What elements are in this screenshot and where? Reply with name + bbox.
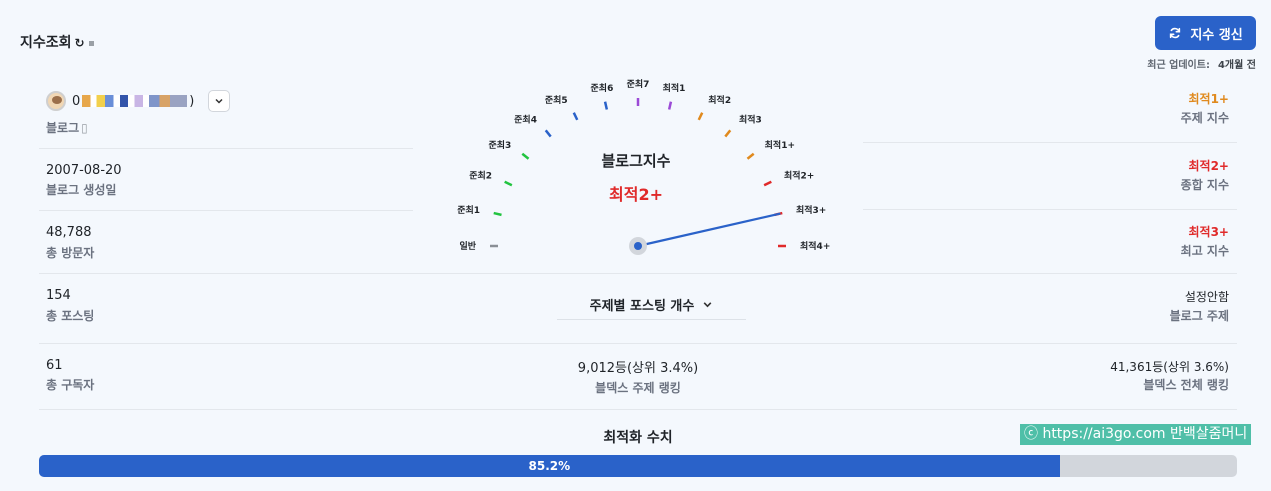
blog-subtitle: 블로그 ▯	[46, 119, 88, 136]
last-update: 최근 업데이트: 4개월 전	[1147, 56, 1256, 71]
gauge-tick	[603, 101, 609, 110]
created-date-label: 블로그 생성일	[46, 183, 117, 197]
optimization-percent-label: 85.2%	[528, 459, 571, 473]
topic-index-value: 최적1+	[1188, 92, 1230, 106]
topic-index-label: 주제 지수	[1180, 111, 1229, 125]
refresh-index-button[interactable]: 지수 갱신	[1155, 16, 1256, 50]
divider	[39, 210, 413, 211]
gauge-tick-label: 최적2	[708, 94, 731, 106]
blog-name-prefix: 0	[72, 93, 81, 109]
created-date-value: 2007-08-20	[46, 163, 122, 178]
divider	[39, 343, 1237, 344]
optimization-title: 최적화 수치	[603, 430, 673, 446]
gauge-value: 최적2+	[609, 185, 663, 204]
avatar	[46, 91, 66, 111]
topic-post-count-dropdown[interactable]: 주제별 포스팅 개수	[557, 290, 746, 320]
highest-index-value: 최적3+	[1188, 225, 1230, 239]
title-suffix-mark	[88, 40, 94, 46]
gauge-tick-label: 최적2+	[784, 170, 814, 182]
total-subscribers-value: 61	[46, 358, 63, 373]
total-visitors-label: 총 방문자	[46, 246, 95, 260]
gauge-tick-label: 준최6	[591, 82, 614, 94]
last-update-value: 4개월 전	[1217, 60, 1256, 71]
title-refresh-glyph: ↻	[74, 36, 85, 50]
gauge-tick-label: 최적1+	[765, 139, 795, 151]
topic-rank-value: 9,012등(상위 3.4%)	[577, 361, 699, 376]
gauge-tick-label: 최적1	[663, 82, 686, 94]
blog-subtitle-text: 블로그	[46, 121, 80, 135]
gauge-tick	[763, 180, 772, 187]
page-title-text: 지수조회	[20, 35, 72, 51]
divider	[863, 209, 1237, 210]
highest-index-label: 최고 지수	[1180, 244, 1229, 258]
blog-topic-label: 블로그 주제	[1169, 309, 1229, 323]
gauge-tick-label: 최적3	[739, 113, 762, 125]
optimization-progress-fill: 85.2%	[39, 455, 1060, 477]
gauge-tick	[572, 112, 579, 121]
gauge-tick	[544, 129, 552, 138]
gauge-title: 블로그지수	[601, 152, 671, 170]
gauge-tick-label: 최적4+	[800, 240, 830, 252]
overall-rank-label: 블덱스 전체 랭킹	[1143, 378, 1229, 392]
blog-profile: 0 )	[46, 90, 231, 112]
overall-index-label: 종합 지수	[1180, 178, 1229, 192]
gauge-tick-label: 최적3+	[796, 204, 826, 216]
page-title: 지수조회 ↻	[20, 32, 94, 52]
gauge-tick-label: 준최3	[489, 139, 512, 151]
gauge-tick	[493, 211, 502, 217]
gauge-needle	[637, 212, 781, 248]
blog-subtitle-icon: ▯	[81, 121, 88, 135]
refresh-icon	[1170, 27, 1181, 39]
overall-index-value: 최적2+	[1188, 159, 1230, 173]
overall-rank-value: 41,361등(상위 3.6%)	[1110, 360, 1229, 374]
blog-topic-value: 설정안함	[1184, 290, 1229, 304]
optimization-progress-bar: 85.2%	[39, 455, 1237, 477]
total-posts-label: 총 포스팅	[46, 309, 95, 323]
gauge-tick-label: 준최7	[627, 78, 650, 90]
refresh-index-label: 지수 갱신	[1190, 27, 1243, 43]
blog-name-suffix: )	[189, 93, 195, 109]
total-subscribers-label: 총 구독자	[46, 378, 95, 392]
blog-select-dropdown-button[interactable]	[208, 90, 231, 112]
divider	[39, 273, 1237, 274]
divider	[863, 142, 1237, 143]
divider	[39, 409, 1237, 410]
gauge-tick	[697, 112, 704, 121]
gauge-tick-label: 준최4	[514, 113, 537, 125]
last-update-label: 최근 업데이트:	[1147, 60, 1210, 71]
chevron-down-icon	[215, 98, 223, 104]
gauge-tick	[504, 180, 513, 187]
chevron-down-icon	[703, 302, 712, 308]
topic-rank-label: 블덱스 주제 랭킹	[595, 381, 681, 395]
blog-name-redacted	[82, 95, 188, 107]
topic-post-count-label: 주제별 포스팅 개수	[589, 299, 695, 314]
gauge-tick	[667, 101, 673, 110]
gauge-tick	[724, 129, 732, 138]
total-posts-value: 154	[46, 288, 71, 303]
total-visitors-value: 48,788	[46, 225, 92, 240]
topic-rank: 9,012등(상위 3.4%) 블덱스 주제 랭킹	[533, 357, 743, 396]
gauge-tick-label: 준최2	[469, 170, 492, 182]
gauge-tick-label: 일반	[459, 240, 476, 252]
gauge-hub-center	[634, 242, 642, 250]
watermark: ⓒ https://ai3go.com 반백살줌머니	[1020, 424, 1252, 445]
gauge-tick-label: 준최1	[457, 204, 480, 216]
divider	[39, 148, 413, 149]
gauge-tick	[521, 152, 530, 160]
gauge-tick	[746, 152, 755, 160]
blog-name: 0 )	[72, 94, 194, 109]
gauge-tick-label: 준최5	[545, 94, 568, 106]
